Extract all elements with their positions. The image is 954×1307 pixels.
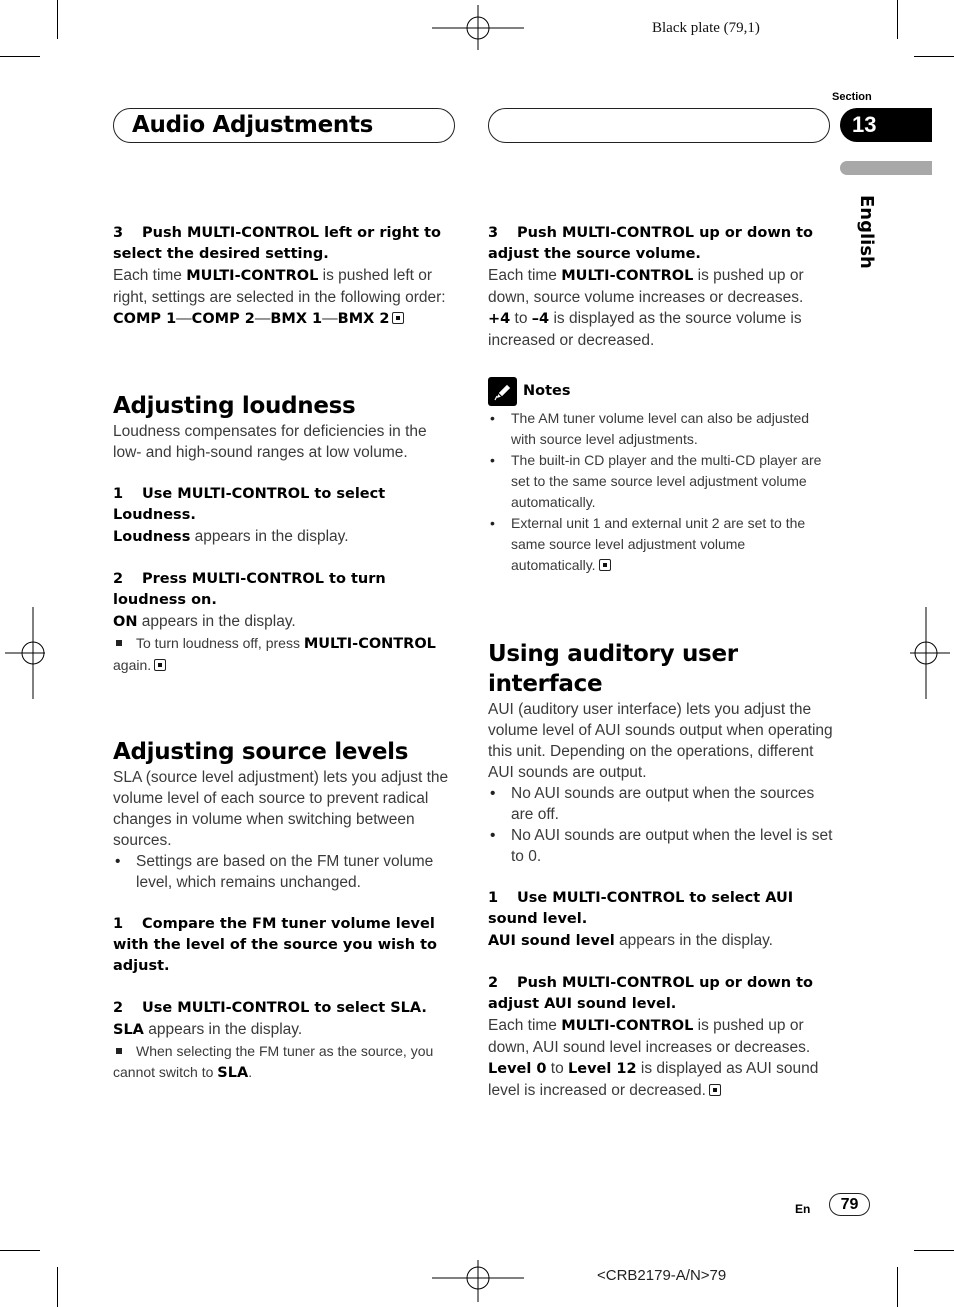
square-bullet-icon [116, 640, 122, 647]
step-note: When selecting the FM tuner as the sourc… [113, 1043, 434, 1081]
list-item: External unit 1 and external unit 2 are … [488, 513, 833, 576]
step-result: ON appears in the display. [113, 613, 296, 630]
section-heading-source-levels: Adjusting source levels [113, 739, 409, 765]
step-heading: 2 Press MULTI-CONTROL to turn loudness on… [113, 571, 386, 608]
language-code: En [795, 1202, 811, 1216]
chapter-title-box: Audio Adjustments [113, 108, 455, 143]
step-heading: 2 Push MULTI-CONTROL up or down to adjust… [488, 975, 813, 1012]
step-note: To turn loudness off, press MULTI-CONTRO… [113, 635, 436, 673]
crop-mark [57, 0, 58, 39]
notes-list: The AM tuner volume level can also be ad… [488, 408, 833, 576]
crop-mark [897, 0, 898, 39]
list-item: Settings are based on the FM tuner volum… [113, 851, 458, 893]
list-item: The built-in CD player and the multi-CD … [488, 450, 833, 513]
step-heading: 2 Use MULTI-CONTROL to select SLA. [113, 1000, 427, 1016]
page-number: 79 [829, 1193, 870, 1216]
registration-mark-icon [5, 607, 45, 699]
crop-mark [0, 1250, 40, 1251]
registration-mark-icon [910, 607, 950, 699]
section-tab: 13 [840, 108, 932, 142]
language-label: English [856, 195, 877, 269]
intro-text: Loudness compensates for deficiencies in… [113, 423, 427, 461]
registration-mark-icon [432, 1260, 524, 1302]
notes-label: Notes [523, 383, 571, 399]
list-item: The AM tuner volume level can also be ad… [488, 408, 833, 450]
list-item: No AUI sounds are output when the source… [488, 783, 833, 825]
section-heading-loudness: Adjusting loudness [113, 393, 356, 419]
registration-mark-icon [432, 5, 524, 50]
left-column: 3 Push MULTI-CONTROL left or right to sel… [113, 223, 458, 1084]
job-code: <CRB2179-A/N>79 [597, 1267, 727, 1284]
intro-text: SLA (source level adjustment) lets you a… [113, 769, 449, 849]
section-number: 13 [852, 112, 877, 137]
crop-mark [57, 1267, 58, 1307]
language-label-box: English [836, 195, 882, 269]
intro-text: AUI (auditory user interface) lets you a… [488, 701, 833, 781]
list-item: No AUI sounds are output when the level … [488, 825, 833, 867]
end-mark-icon [598, 559, 611, 571]
step-body: Each time MULTI-CONTROL is pushed left o… [113, 267, 446, 306]
plate-label: Black plate (79,1) [652, 20, 760, 36]
crop-mark [914, 1250, 954, 1251]
step-body: Each time MULTI-CONTROL is pushed up or … [488, 1017, 811, 1056]
section-heading-aui: Using auditory user interface [488, 641, 738, 697]
chapter-title: Audio Adjustments [132, 112, 374, 138]
bullet-list: Settings are based on the FM tuner volum… [113, 851, 458, 893]
crop-mark [914, 56, 954, 57]
right-column: 3 Push MULTI-CONTROL up or down to adjust… [488, 223, 833, 1101]
step-heading: 3 Push MULTI-CONTROL left or right to sel… [113, 225, 442, 262]
crop-mark [897, 1267, 898, 1307]
language-tab [840, 161, 932, 175]
setting-order: COMP 1—COMP 2—BMX 1—BMX 2 [113, 308, 458, 330]
step-body: Each time MULTI-CONTROL is pushed up or … [488, 267, 804, 306]
section-label: Section [832, 91, 872, 103]
empty-header-box [488, 108, 830, 143]
step-result: AUI sound level appears in the display. [488, 932, 773, 949]
step-heading: 3 Push MULTI-CONTROL up or down to adjust… [488, 225, 813, 262]
step-heading: 1 Compare the FM tuner volume level with … [113, 916, 437, 974]
bullet-list: No AUI sounds are output when the source… [488, 783, 833, 867]
step-result: Loudness appears in the display. [113, 528, 349, 545]
notes-header: Notes [488, 377, 833, 406]
step-heading: 1 Use MULTI-CONTROL to select Loudness. [113, 486, 386, 523]
step-heading: 1 Use MULTI-CONTROL to select AUI sound l… [488, 890, 794, 927]
pencil-icon [488, 377, 517, 406]
end-mark-icon [154, 659, 167, 671]
end-mark-icon [392, 312, 405, 324]
step-range: Level 0 to Level 12 is displayed as AUI … [488, 1060, 819, 1099]
square-bullet-icon [116, 1048, 122, 1055]
step-result: SLA appears in the display. [113, 1021, 303, 1038]
step-range: +4 to –4 is displayed as the source volu… [488, 310, 802, 349]
end-mark-icon [708, 1084, 721, 1096]
crop-mark [0, 56, 40, 57]
